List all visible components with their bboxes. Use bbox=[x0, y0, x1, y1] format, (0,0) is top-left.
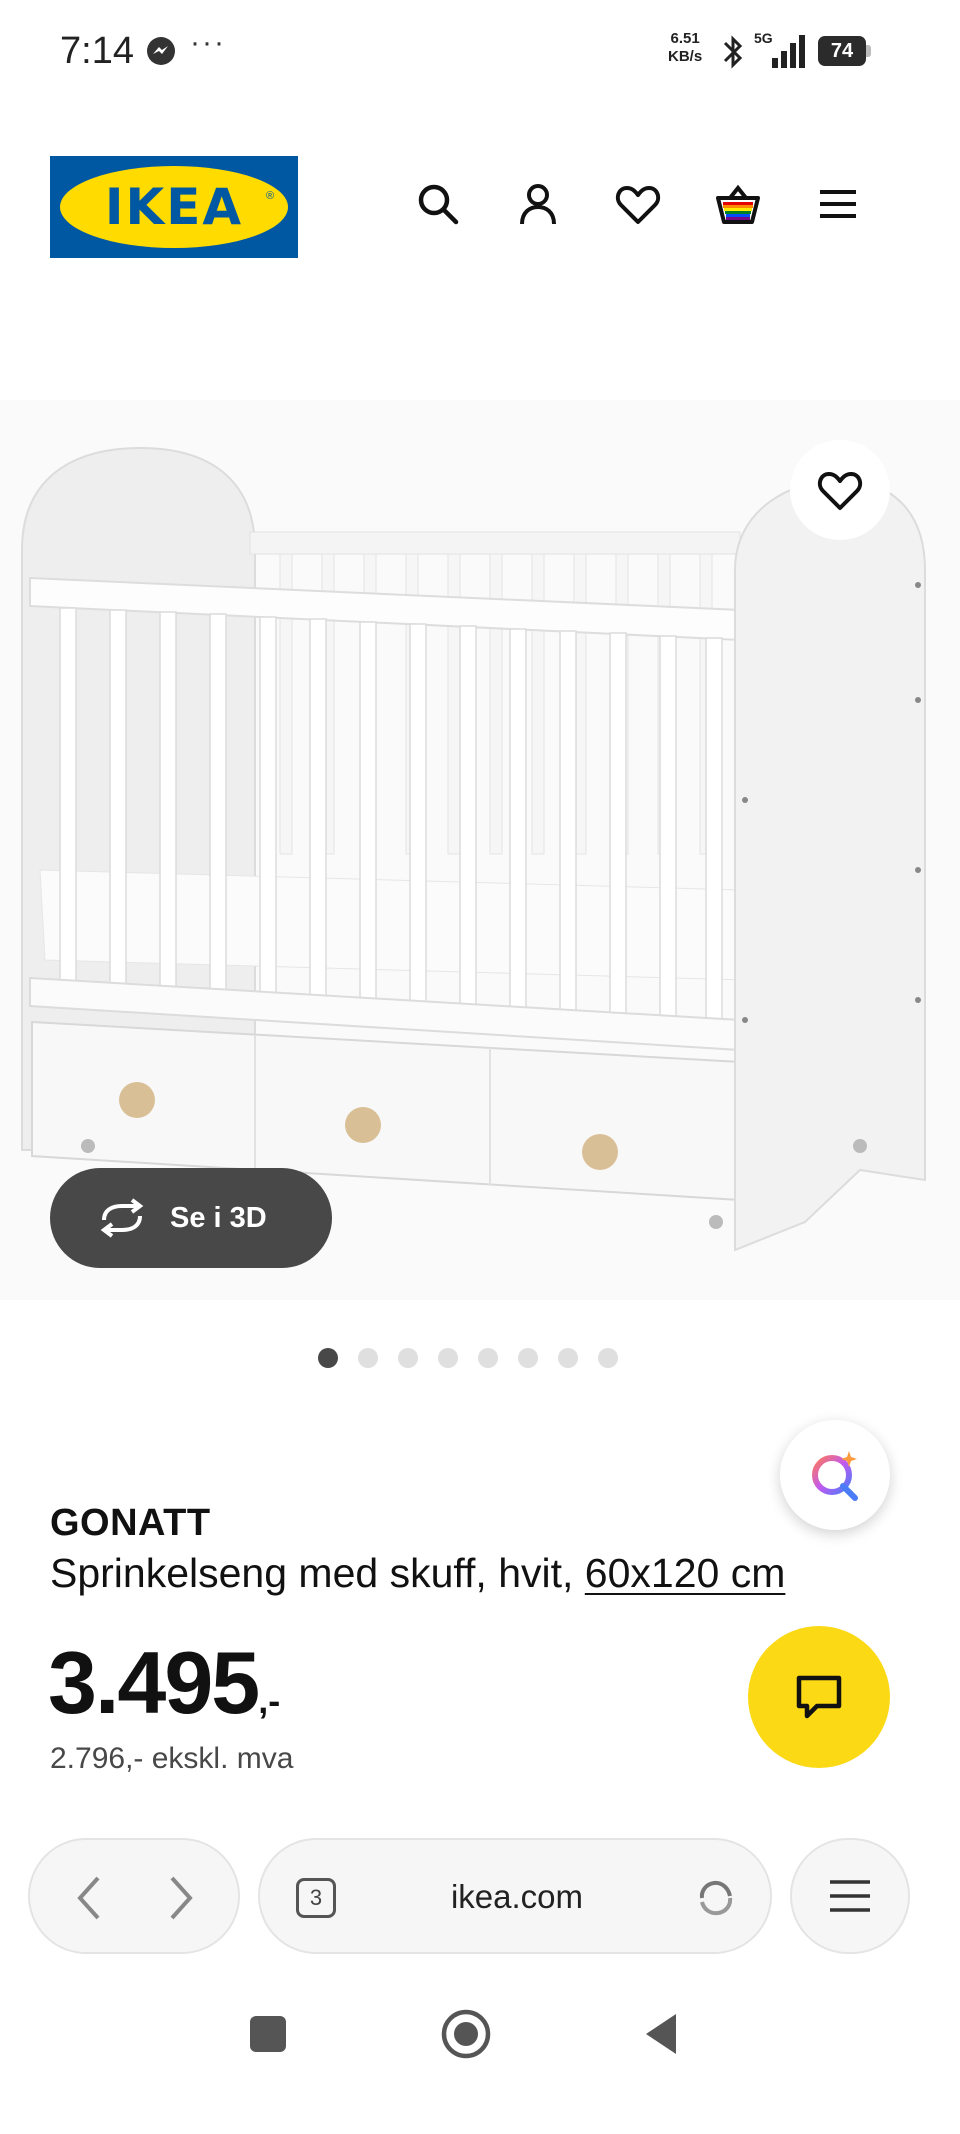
carousel-dot[interactable] bbox=[398, 1348, 418, 1368]
image-carousel-dots[interactable] bbox=[318, 1348, 638, 1370]
ai-assistant-button[interactable] bbox=[780, 1420, 890, 1530]
signal-icon bbox=[772, 35, 805, 68]
basket-icon[interactable] bbox=[714, 180, 762, 228]
price-ex-vat: 2.796,- ekskl. mva bbox=[50, 1742, 294, 1775]
system-navigation bbox=[0, 1970, 960, 2134]
reload-icon[interactable] bbox=[694, 1876, 738, 1920]
view-3d-button[interactable]: Se i 3D bbox=[50, 1168, 332, 1268]
chat-icon bbox=[796, 1675, 842, 1719]
net-speed: 6.51 KB/s bbox=[668, 30, 703, 65]
carousel-dot[interactable] bbox=[598, 1348, 618, 1368]
browser-toolbar: 3 ikea.com bbox=[0, 1820, 960, 1970]
carousel-dot[interactable] bbox=[438, 1348, 458, 1368]
add-to-favourites-button[interactable] bbox=[790, 440, 890, 540]
carousel-dot[interactable] bbox=[558, 1348, 578, 1368]
heart-icon bbox=[817, 472, 863, 510]
browser-menu-button[interactable] bbox=[790, 1838, 910, 1954]
view-3d-label: Se i 3D bbox=[170, 1201, 267, 1234]
breadcrumb-peek: ‾ ‾‾‾‾‾ ‾‾ ‾‾‾ ‾ ‾‾‾ bbox=[50, 290, 470, 304]
size-link[interactable]: 60x120 cm bbox=[585, 1550, 786, 1596]
favourites-icon[interactable] bbox=[614, 180, 662, 228]
battery-icon: 74 bbox=[818, 36, 872, 66]
carousel-dot[interactable] bbox=[318, 1348, 338, 1368]
recents-icon[interactable] bbox=[240, 2006, 296, 2062]
menu-icon bbox=[830, 1880, 870, 1912]
messenger-icon bbox=[147, 37, 175, 65]
product-price: 3.495,- bbox=[48, 1633, 281, 1732]
rotate-3d-icon bbox=[100, 1198, 144, 1238]
ikea-logo[interactable]: IKEA ® bbox=[50, 156, 298, 258]
product-name: GONATT bbox=[50, 1502, 211, 1544]
address-bar[interactable]: 3 ikea.com bbox=[258, 1838, 772, 1954]
product-description: Sprinkelseng med skuff, hvit, 60x120 cm bbox=[50, 1550, 786, 1596]
back-icon[interactable] bbox=[636, 2006, 692, 2062]
status-time: 7:14 bbox=[60, 30, 134, 72]
site-header: IKEA ® bbox=[0, 104, 960, 290]
ai-search-icon bbox=[812, 1451, 858, 1501]
history-nav bbox=[28, 1838, 240, 1954]
carousel-dot[interactable] bbox=[358, 1348, 378, 1368]
home-icon[interactable] bbox=[438, 2006, 494, 2062]
menu-icon[interactable] bbox=[814, 180, 862, 228]
bluetooth-icon bbox=[723, 35, 743, 69]
search-icon[interactable] bbox=[414, 180, 462, 228]
carousel-dot[interactable] bbox=[518, 1348, 538, 1368]
forward-arrow-icon[interactable] bbox=[160, 1874, 200, 1922]
back-arrow-icon[interactable] bbox=[70, 1874, 110, 1922]
carousel-dot[interactable] bbox=[478, 1348, 498, 1368]
chat-button[interactable] bbox=[748, 1626, 890, 1768]
status-more: ··· bbox=[190, 26, 226, 59]
account-icon[interactable] bbox=[514, 180, 562, 228]
product-image[interactable] bbox=[0, 400, 960, 1300]
crib-illustration bbox=[21, 446, 926, 1252]
status-bar: 7:14 ··· 6.51 KB/s 5G 74 bbox=[0, 0, 960, 104]
